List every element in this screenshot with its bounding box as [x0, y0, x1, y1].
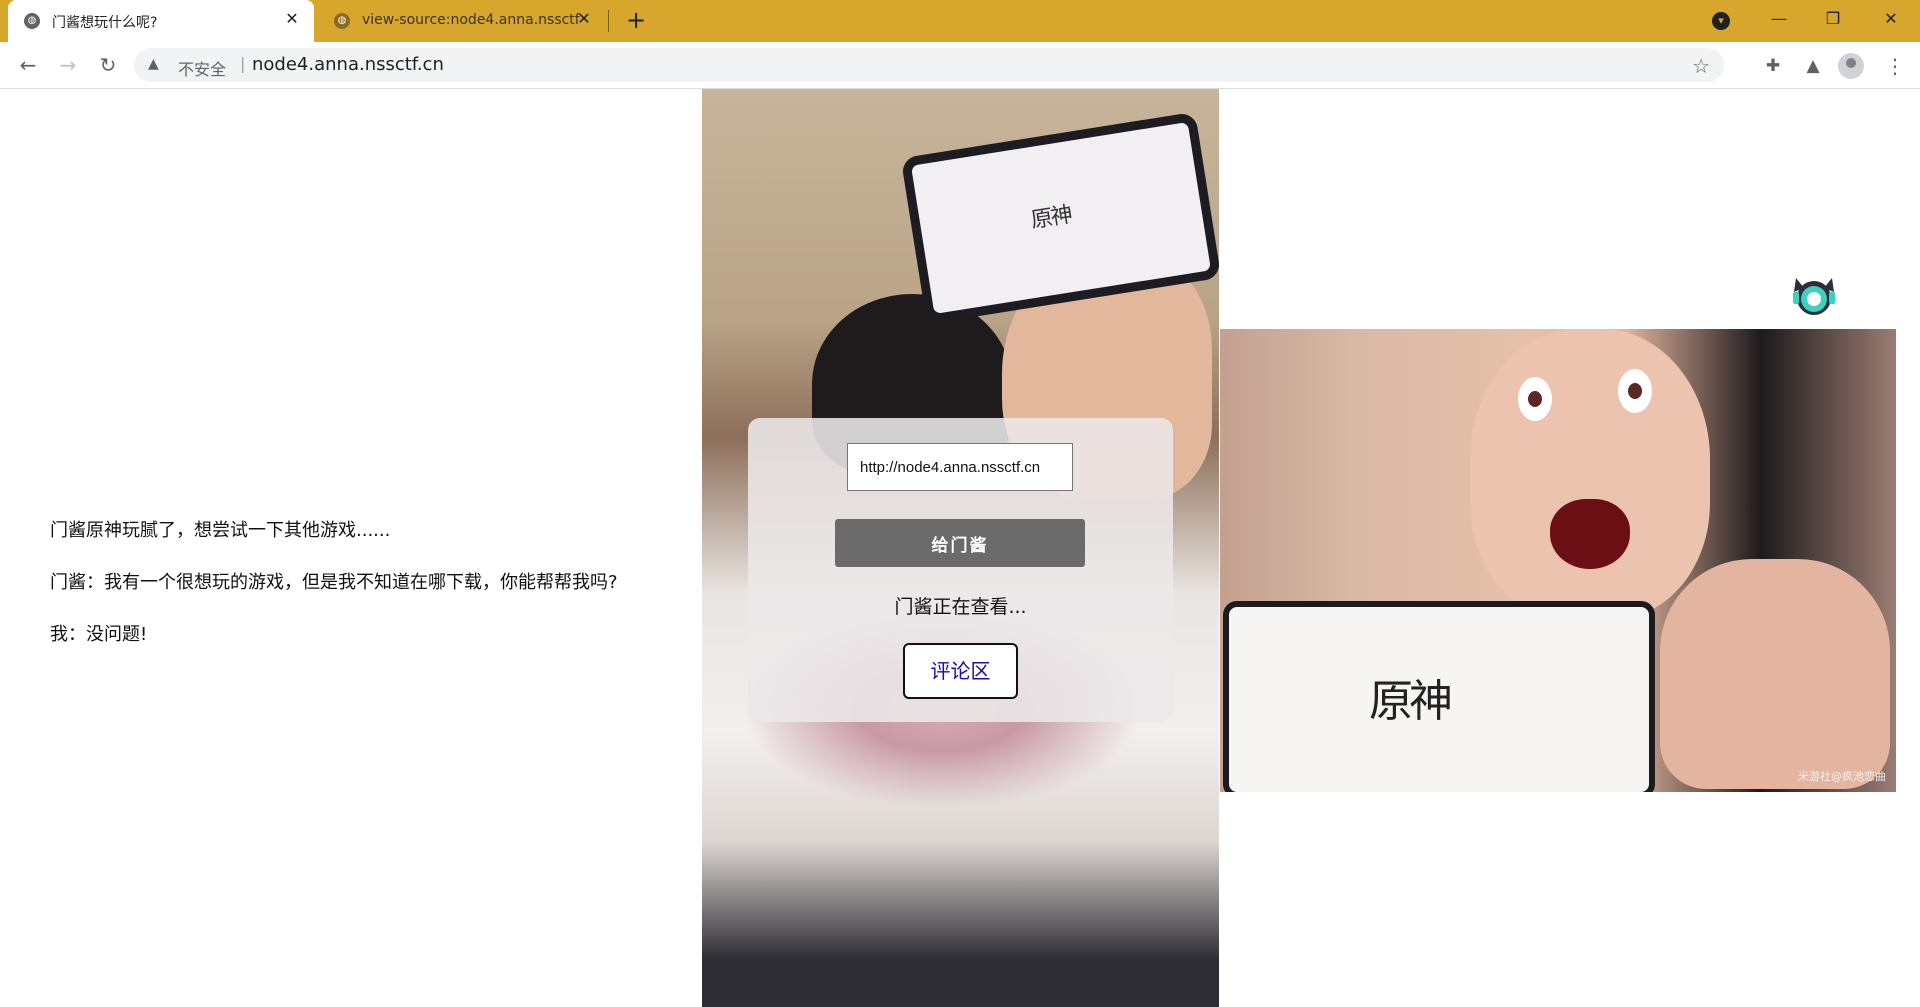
mouth — [1550, 499, 1630, 569]
reaction-photo: 原神 米游社@疯池恋曲 — [1220, 329, 1896, 792]
separator: | — [240, 54, 246, 73]
story-line: 门酱原神玩腻了，想尝试一下其他游戏...... — [50, 520, 391, 541]
browser-toolbar: ← → ↻ ▲ 不安全 | node4.anna.nssctf.cn ☆ ✚ ▲… — [0, 42, 1920, 89]
bookmark-star-icon[interactable]: ☆ — [1692, 54, 1710, 78]
tab-search-icon[interactable]: ▾ — [1712, 12, 1730, 30]
tab-title: 门酱想玩什么呢? — [52, 15, 158, 31]
give-button[interactable]: 给门酱 — [835, 519, 1085, 567]
back-button[interactable]: ← — [14, 51, 42, 79]
security-label[interactable]: 不安全 — [178, 56, 226, 80]
url-input[interactable] — [847, 443, 1073, 491]
cat-mascot-icon[interactable] — [1790, 272, 1838, 316]
address-bar[interactable]: ▲ 不安全 | node4.anna.nssctf.cn ☆ — [134, 48, 1724, 82]
phone-image: 原神 — [1223, 601, 1655, 792]
eye — [1618, 369, 1652, 413]
tab-view-source[interactable]: ◍ view-source:node4.anna.nssctf.cn ✕ — [318, 0, 606, 42]
profile-avatar[interactable] — [1838, 53, 1864, 79]
face — [1470, 329, 1710, 619]
globe-icon: ◍ — [334, 13, 350, 29]
minimize-button[interactable]: — — [1756, 4, 1802, 34]
close-tab-icon[interactable]: ✕ — [282, 9, 302, 29]
submit-card: 给门酱 门酱正在查看... 评论区 — [748, 418, 1173, 722]
warning-icon[interactable]: ▲ — [148, 56, 164, 72]
tab-strip: ◍ 门酱想玩什么呢? ✕ ◍ view-source:node4.anna.ns… — [0, 0, 1920, 42]
extensions-icon[interactable]: ✚ — [1762, 55, 1784, 77]
globe-icon: ◍ — [24, 13, 40, 29]
story-line: 我：没问题! — [50, 624, 148, 645]
tab-divider — [608, 10, 609, 32]
thumbs-up-hand — [1660, 559, 1890, 789]
story-line: 门酱：我有一个很想玩的游戏，但是我不知道在哪下载，你能帮帮我吗? — [50, 572, 618, 593]
reload-button[interactable]: ↻ — [94, 51, 122, 79]
tab-title: view-source:node4.anna.nssctf.cn — [362, 12, 580, 28]
game-logo: 原神 — [1029, 202, 1073, 234]
watermark: 米游社@疯池恋曲 — [1798, 770, 1886, 783]
restore-button[interactable]: ❐ — [1810, 4, 1856, 34]
comment-section-link[interactable]: 评论区 — [903, 643, 1018, 699]
close-tab-icon[interactable]: ✕ — [574, 9, 594, 29]
url-text[interactable]: node4.anna.nssctf.cn — [252, 54, 444, 75]
new-tab-button[interactable]: + — [622, 6, 650, 34]
eye — [1518, 377, 1552, 421]
menu-kebab-icon[interactable]: ⋮ — [1884, 55, 1906, 77]
close-window-button[interactable]: ✕ — [1868, 4, 1914, 34]
game-logo: 原神 — [1369, 676, 1453, 727]
labs-flask-icon[interactable]: ▲ — [1802, 55, 1824, 77]
forward-button[interactable]: → — [54, 51, 82, 79]
tab-active[interactable]: ◍ 门酱想玩什么呢? ✕ — [8, 0, 314, 42]
status-text: 门酱正在查看... — [894, 596, 1027, 618]
